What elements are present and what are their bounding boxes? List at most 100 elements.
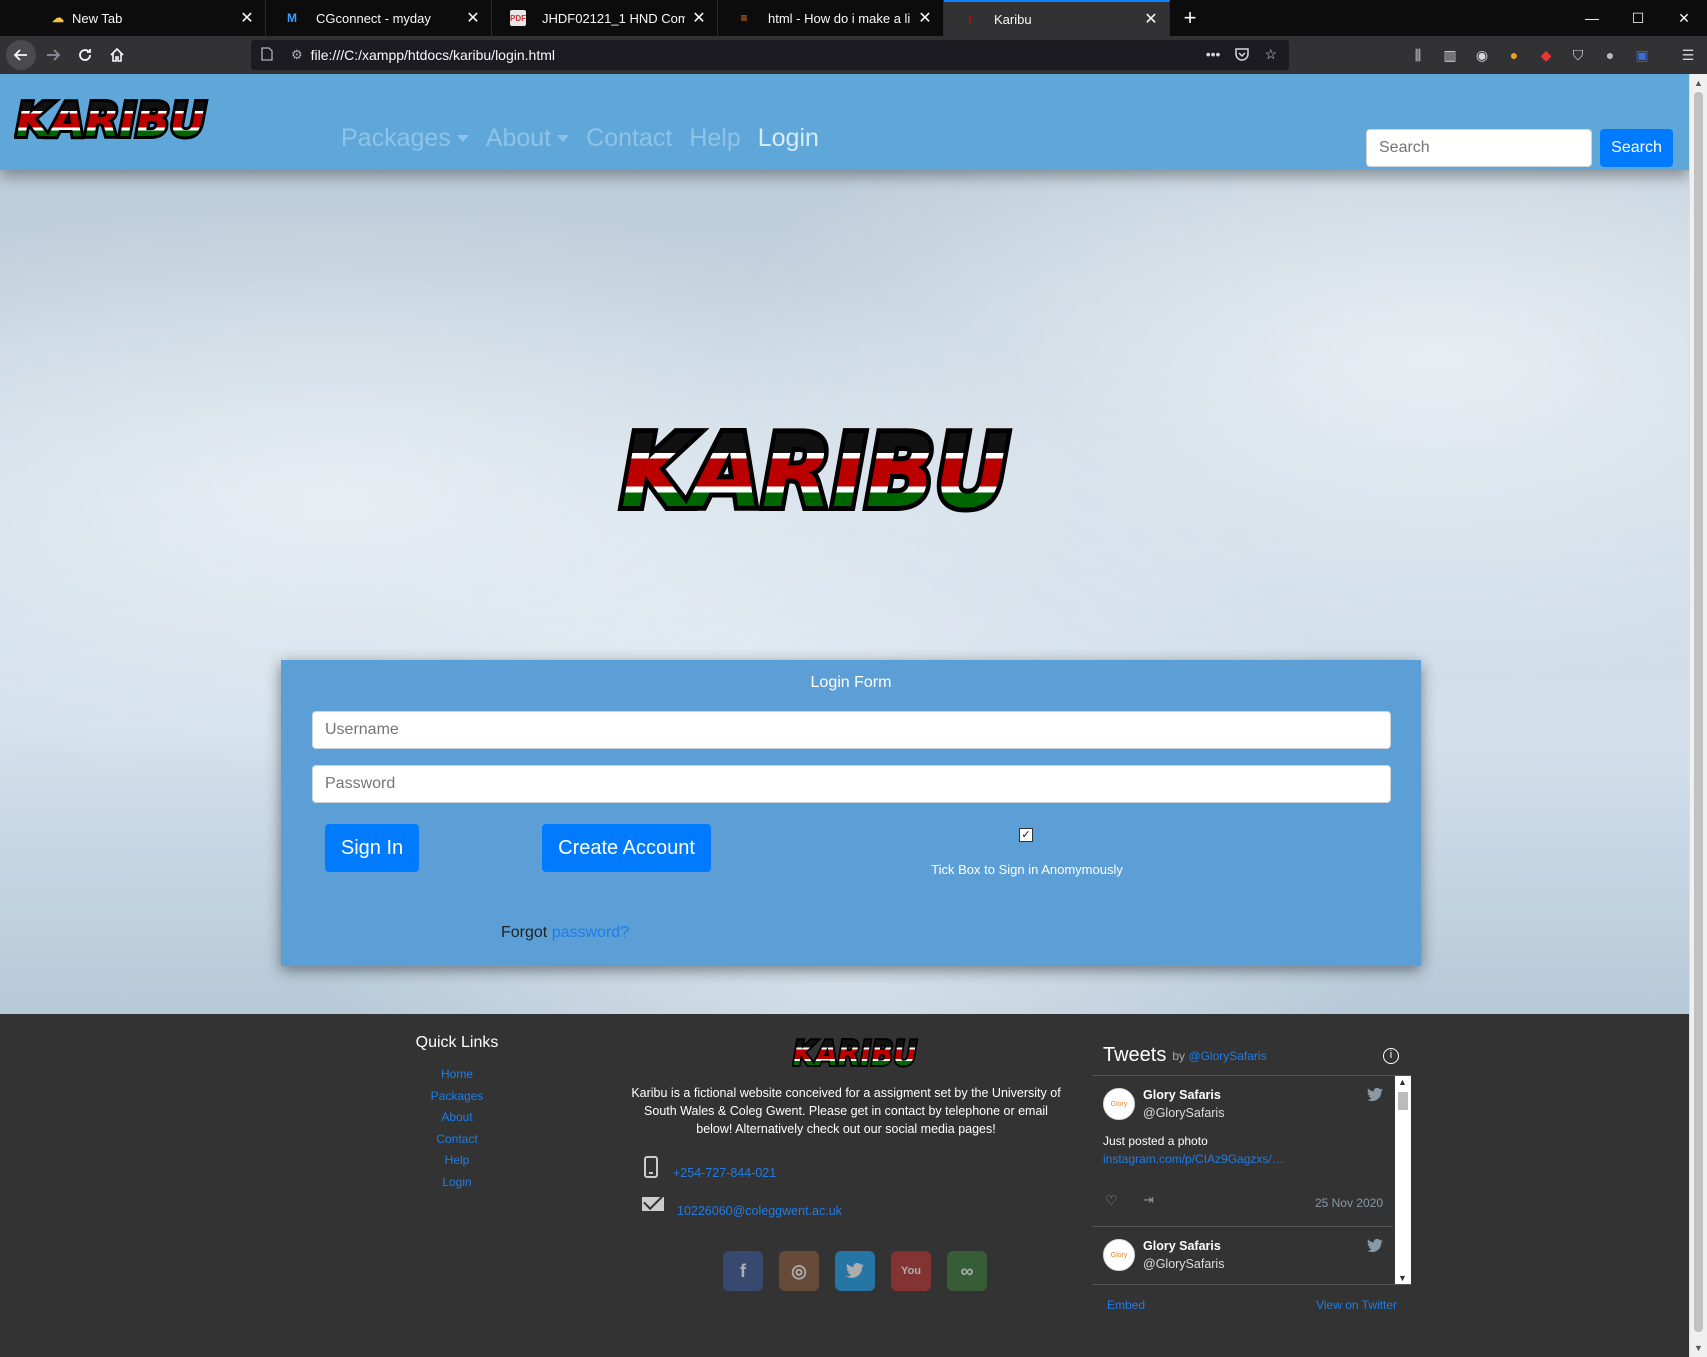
footer-link-contact[interactable]: Contact xyxy=(407,1129,507,1151)
search-input[interactable] xyxy=(1366,129,1592,167)
footer-link-home[interactable]: Home xyxy=(407,1064,507,1086)
tweet-author-name[interactable]: Glory Safaris xyxy=(1143,1088,1221,1102)
tab-karibu[interactable]: ! Karibu ✕ xyxy=(944,0,1170,36)
nav-contact[interactable]: Contact xyxy=(586,124,672,153)
close-tab-icon[interactable]: ✕ xyxy=(239,8,255,28)
youtube-icon[interactable]: You xyxy=(891,1251,931,1291)
twitter-bird-icon[interactable] xyxy=(1367,1238,1383,1256)
address-bar[interactable]: ⚙ file:///C:/xampp/htdocs/karibu/login.h… xyxy=(251,40,1289,70)
tweet[interactable]: Glory Glory Safaris @GlorySafaris Just p… xyxy=(1093,1076,1393,1227)
grey-extension-icon[interactable]: ● xyxy=(1599,44,1621,66)
close-tab-icon[interactable]: ✕ xyxy=(917,8,933,28)
instagram-icon[interactable]: ◎ xyxy=(779,1251,819,1291)
twitter-widget-header: Tweets by @GlorySafaris i xyxy=(1093,1036,1411,1076)
scrollbar-thumb[interactable] xyxy=(1398,1092,1408,1110)
facebook-icon[interactable]: f xyxy=(723,1251,763,1291)
scroll-up-arrow-icon[interactable]: ▲ xyxy=(1694,78,1703,88)
create-account-button[interactable]: Create Account xyxy=(542,824,711,872)
tab-cgconnect[interactable]: M CGconnect - myday ✕ xyxy=(266,0,492,36)
maximize-button[interactable]: ☐ xyxy=(1615,0,1661,36)
site-footer: Quick Links Home Packages About Contact … xyxy=(0,1014,1689,1357)
info-icon[interactable]: i xyxy=(1383,1047,1399,1064)
bookmark-star-icon[interactable]: ☆ xyxy=(1264,46,1277,65)
tab-new-tab[interactable]: ☁ New Tab ✕ xyxy=(0,0,266,36)
library-icon[interactable]: ⫼ xyxy=(1407,44,1429,66)
minimize-button[interactable]: — xyxy=(1569,0,1615,36)
social-links: f ◎ You ∞ xyxy=(723,1251,987,1291)
anonymous-checkbox[interactable]: ✓ xyxy=(1019,828,1033,842)
twitter-bird-icon[interactable] xyxy=(1367,1087,1383,1105)
tripadvisor-icon[interactable]: ∞ xyxy=(947,1251,987,1291)
tweet-author-handle[interactable]: @GlorySafaris xyxy=(1143,1257,1224,1271)
search-button[interactable]: Search xyxy=(1600,129,1673,167)
tweet-author-name[interactable]: Glory Safaris xyxy=(1143,1239,1221,1253)
scroll-down-arrow-icon[interactable]: ▼ xyxy=(1398,1273,1407,1283)
tweet-date[interactable]: 25 Nov 2020 xyxy=(1315,1196,1383,1210)
twitter-icon[interactable] xyxy=(835,1251,875,1291)
weather-icon: ☁ xyxy=(52,11,64,25)
forgot-password-link[interactable]: password? xyxy=(552,924,629,941)
page-scrollbar[interactable]: ▲ ▼ xyxy=(1689,74,1707,1357)
close-tab-icon[interactable]: ✕ xyxy=(465,8,481,28)
phone-link[interactable]: +254-727-844-021 xyxy=(673,1166,776,1180)
twitter-feed-scrollbar[interactable]: ▲ ▼ xyxy=(1395,1076,1411,1284)
tab-pdf[interactable]: PDF JHDF02121_1 HND Computing ✕ xyxy=(492,0,718,36)
page-actions-icon[interactable]: ••• xyxy=(1206,46,1221,65)
forward-button[interactable] xyxy=(38,40,68,70)
footer-link-help[interactable]: Help xyxy=(407,1150,507,1172)
browser-tab-bar: ☁ New Tab ✕ M CGconnect - myday ✕ PDF JH… xyxy=(0,0,1707,36)
footer-link-login[interactable]: Login xyxy=(407,1172,507,1194)
footer-link-about[interactable]: About xyxy=(407,1107,507,1129)
shield-extension-icon[interactable]: ⛉ xyxy=(1567,44,1589,66)
tab-stackoverflow[interactable]: ≡ html - How do i make a link wh ✕ xyxy=(718,0,944,36)
tweet-link[interactable]: instagram.com/p/CIAz9Gagzxs/… xyxy=(1103,1152,1284,1166)
username-field[interactable] xyxy=(312,711,1391,749)
scroll-down-arrow-icon[interactable]: ▼ xyxy=(1694,1343,1703,1353)
avatar[interactable]: Glory xyxy=(1103,1239,1135,1271)
karibu-logo[interactable]: KARIBU KARIBU xyxy=(14,94,210,144)
red-extension-icon[interactable]: ◆ xyxy=(1535,44,1557,66)
home-button[interactable] xyxy=(102,40,132,70)
footer-link-packages[interactable]: Packages xyxy=(407,1086,507,1108)
close-tab-icon[interactable]: ✕ xyxy=(1143,9,1159,29)
twitter-widget-feed[interactable]: Glory Glory Safaris @GlorySafaris Just p… xyxy=(1093,1076,1411,1284)
close-window-button[interactable]: ✕ xyxy=(1661,0,1707,36)
nav-help[interactable]: Help xyxy=(689,124,740,153)
window-controls: — ☐ ✕ xyxy=(1569,0,1707,36)
avatar[interactable]: Glory xyxy=(1103,1088,1135,1120)
nav-about[interactable]: About xyxy=(486,124,570,153)
page-info-icon[interactable] xyxy=(261,46,273,64)
permissions-icon[interactable]: ⚙ xyxy=(291,47,303,63)
reload-button[interactable] xyxy=(70,40,100,70)
tweet-author-handle[interactable]: @GlorySafaris xyxy=(1143,1106,1224,1120)
sidebar-icon[interactable]: ▥ xyxy=(1439,44,1461,66)
sign-in-button[interactable]: Sign In xyxy=(325,824,419,872)
scrollbar-thumb[interactable] xyxy=(1694,92,1703,1332)
password-field[interactable] xyxy=(312,765,1391,803)
scroll-up-arrow-icon[interactable]: ▲ xyxy=(1398,1077,1407,1087)
twitter-widget-footer: Embed View on Twitter xyxy=(1093,1284,1411,1324)
close-tab-icon[interactable]: ✕ xyxy=(691,8,707,28)
pocket-icon[interactable] xyxy=(1234,46,1250,65)
coupon-extension-icon[interactable]: ● xyxy=(1503,44,1525,66)
tab-title: CGconnect - myday xyxy=(316,10,431,26)
menu-icon[interactable]: ☰ xyxy=(1677,44,1699,66)
chevron-down-icon xyxy=(557,135,570,142)
quick-links-title: Quick Links xyxy=(415,1034,499,1051)
footer-about-text: Karibu is a fictional website conceived … xyxy=(631,1086,1061,1136)
back-button[interactable] xyxy=(6,40,36,70)
new-tab-button[interactable]: + xyxy=(1170,0,1210,36)
nav-login[interactable]: Login xyxy=(758,124,819,153)
embed-link[interactable]: Embed xyxy=(1107,1298,1145,1312)
blue-extension-icon[interactable]: ▣ xyxy=(1631,44,1653,66)
tweet[interactable]: Glory Glory Safaris @GlorySafaris xyxy=(1093,1227,1393,1284)
share-icon[interactable]: ⇥ xyxy=(1143,1192,1154,1208)
tweet-text: Just posted a photo instagram.com/p/CIAz… xyxy=(1103,1134,1284,1166)
nav-packages[interactable]: Packages xyxy=(341,124,469,153)
email-link[interactable]: 10226060@coleggwent.ac.uk xyxy=(677,1204,842,1218)
heart-icon[interactable]: ♡ xyxy=(1105,1192,1118,1209)
view-on-twitter-link[interactable]: View on Twitter xyxy=(1316,1298,1397,1312)
url-text[interactable]: file:///C:/xampp/htdocs/karibu/login.htm… xyxy=(311,47,1206,63)
tweets-by-handle-link[interactable]: @GlorySafaris xyxy=(1188,1049,1266,1063)
account-icon[interactable]: ◉ xyxy=(1471,44,1493,66)
